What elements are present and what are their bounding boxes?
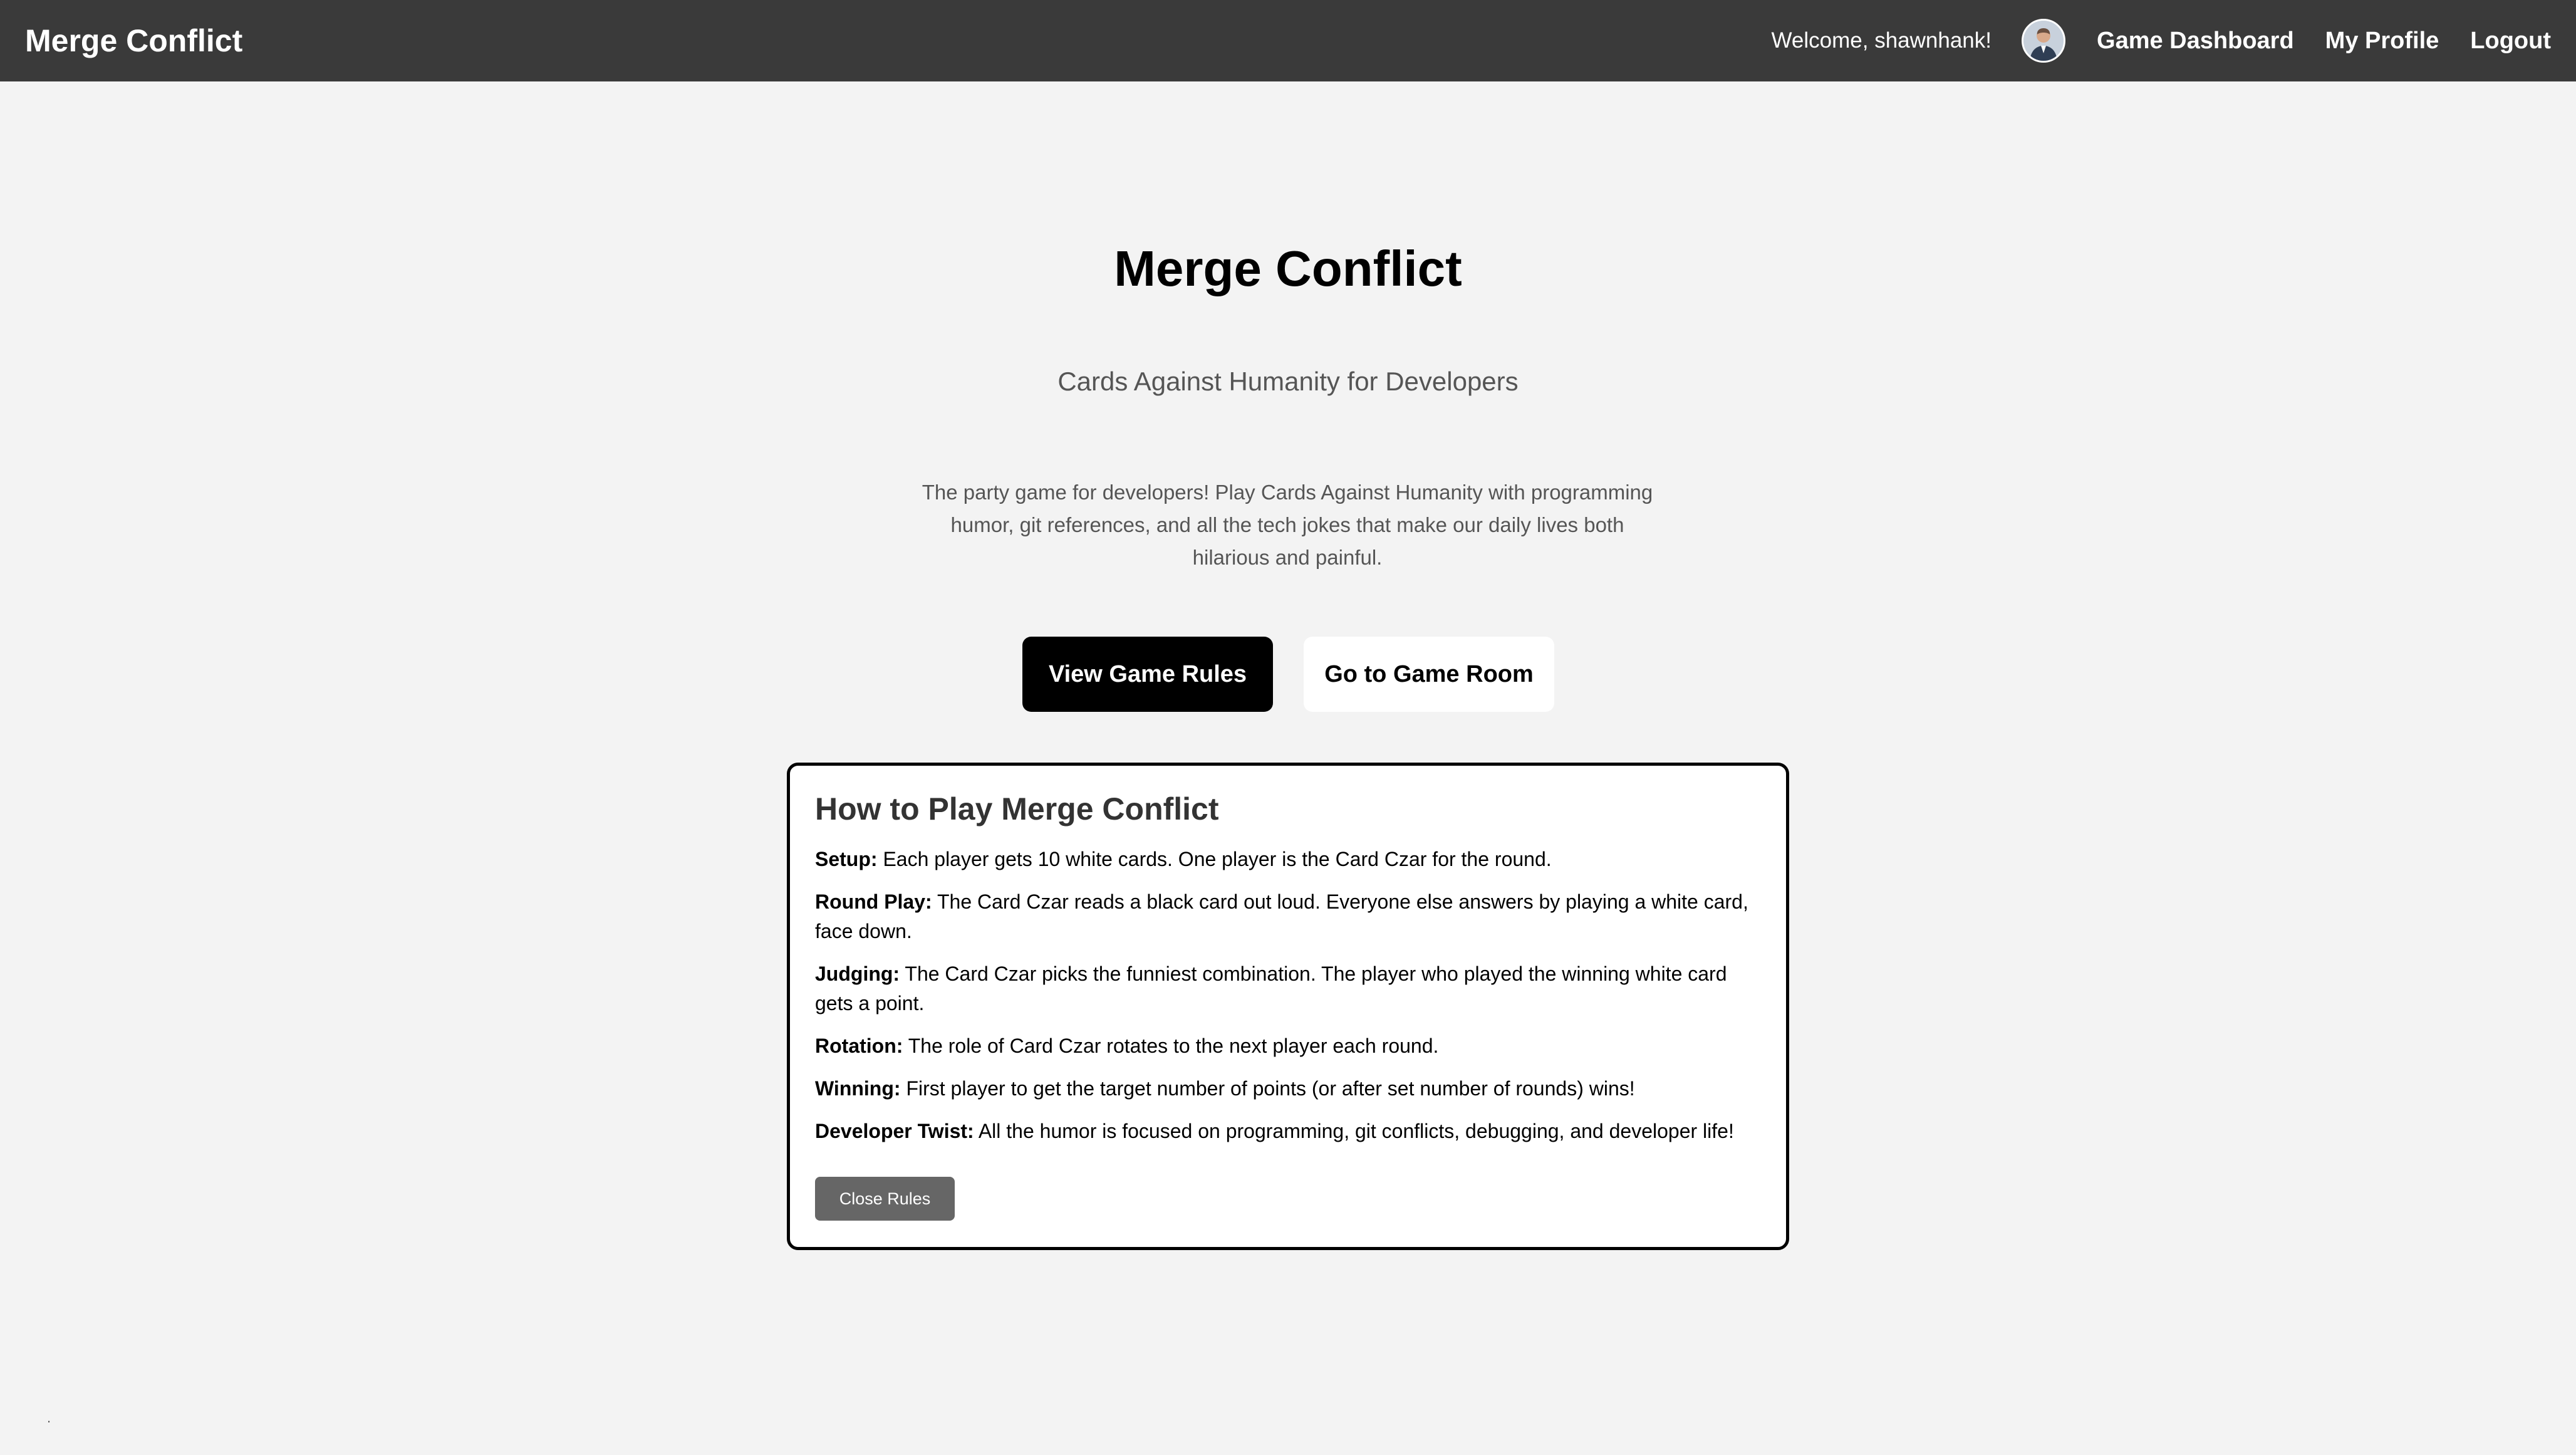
rule-label: Rotation: (815, 1035, 903, 1057)
nav-link-game-dashboard[interactable]: Game Dashboard (2097, 28, 2294, 55)
rule-item: Round Play: The Card Czar reads a black … (815, 887, 1761, 946)
footer-mark: . (47, 1410, 51, 1426)
game-description: The party game for developers! Play Card… (922, 481, 1653, 569)
close-rules-button[interactable]: Close Rules (815, 1177, 955, 1221)
rule-label: Judging: (815, 962, 900, 985)
rule-label: Developer Twist: (815, 1120, 974, 1142)
nav-link-my-profile[interactable]: My Profile (2325, 28, 2439, 55)
rule-text: The Card Czar picks the funniest combina… (815, 962, 1727, 1014)
rule-item: Judging: The Card Czar picks the funnies… (815, 959, 1761, 1018)
rule-text: The role of Card Czar rotates to the nex… (903, 1035, 1439, 1057)
rule-label: Setup: (815, 848, 878, 870)
rule-item: Developer Twist: All the humor is focuse… (815, 1117, 1761, 1146)
top-navbar: Merge Conflict Welcome, shawnhank! Game … (0, 0, 2576, 81)
rule-item: Setup: Each player gets 10 white cards. … (815, 845, 1761, 874)
rules-title: How to Play Merge Conflict (815, 791, 1219, 827)
nav-right-group: Welcome, shawnhank! Game Dashboard My Pr… (1772, 0, 2551, 81)
rule-text: Each player gets 10 white cards. One pla… (877, 848, 1552, 870)
welcome-text: Welcome, shawnhank! (1771, 28, 1992, 53)
view-game-rules-button[interactable]: View Game Rules (1022, 637, 1273, 712)
nav-link-logout[interactable]: Logout (2470, 28, 2551, 55)
rule-text: The Card Czar reads a black card out lou… (815, 890, 1748, 942)
rule-item: Rotation: The role of Card Czar rotates … (815, 1031, 1761, 1061)
brand-logo-text[interactable]: Merge Conflict (25, 0, 242, 81)
page-subtitle: Cards Against Humanity for Developers (1057, 367, 1519, 396)
rule-text: All the humor is focused on programming,… (974, 1120, 1734, 1142)
user-avatar-icon (2023, 21, 2064, 61)
go-to-game-room-button[interactable]: Go to Game Room (1304, 637, 1554, 712)
rule-text: First player to get the target number of… (900, 1077, 1635, 1100)
page-title: Merge Conflict (1114, 241, 1462, 296)
rules-panel: How to Play Merge Conflict Setup: Each p… (787, 763, 1789, 1250)
rule-label: Round Play: (815, 890, 932, 913)
rule-item: Winning: First player to get the target … (815, 1074, 1761, 1103)
avatar[interactable] (2022, 19, 2066, 63)
rule-label: Winning: (815, 1077, 901, 1100)
